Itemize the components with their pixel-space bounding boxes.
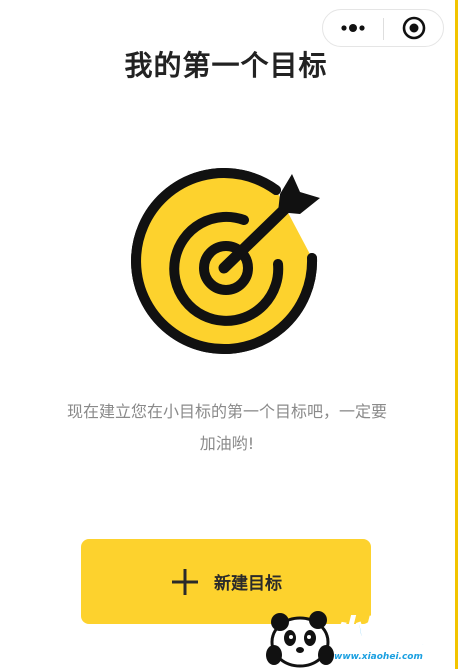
watermark-sub: 游戏 [392, 629, 427, 650]
target-arrow-icon [131, 168, 320, 355]
watermark-url: www.xiaohei.com [334, 652, 423, 662]
description-line-2: 加油哟! [199, 434, 255, 453]
page: 我的第一个目标 现在建立您在小目标的第一个目标吧，一定要 加油哟! 新建目标 小… [0, 0, 458, 669]
more-dots-icon [341, 24, 365, 32]
description: 现在建立您在小目标的第一个目标吧，一定要 加油哟! [40, 396, 414, 460]
close-button[interactable] [384, 10, 444, 46]
mini-program-capsule [322, 9, 444, 47]
panda-mascot-icon [266, 611, 334, 668]
page-title: 我的第一个目标 [124, 49, 328, 82]
watermark-logo: 小黑 游戏 www.xiaohei.com [264, 600, 458, 669]
more-button[interactable] [323, 10, 383, 46]
target-close-icon [402, 16, 426, 40]
plus-icon [172, 568, 198, 595]
watermark-brand: 小黑 [331, 613, 391, 650]
description-line-1: 现在建立您在小目标的第一个目标吧，一定要 [66, 402, 387, 421]
new-goal-button-label: 新建目标 [214, 574, 282, 594]
